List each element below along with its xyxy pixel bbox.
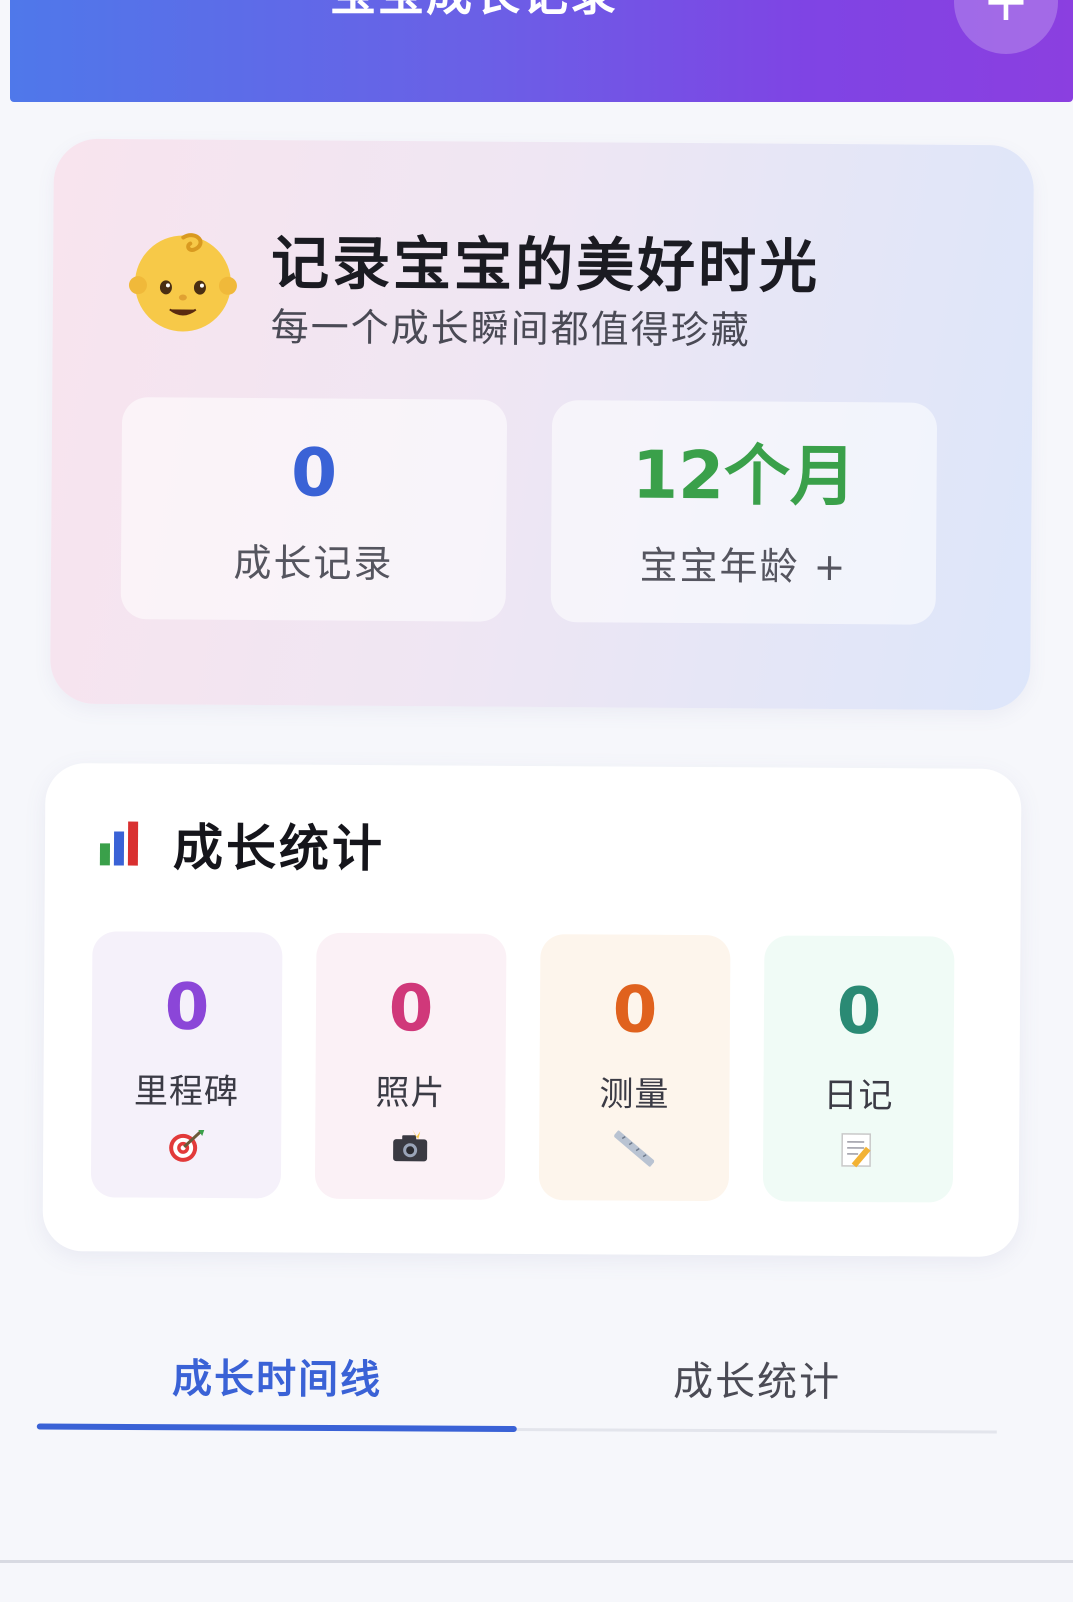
measurements-count: 0 [612, 973, 658, 1048]
baby-face-icon [128, 233, 237, 332]
measurements-label: 测量 [599, 1074, 670, 1115]
tab-growth-timeline[interactable]: 成长时间线 [37, 1345, 517, 1406]
bar-chart-icon [96, 817, 142, 868]
milestone-tile[interactable]: 0 里程碑 [90, 931, 283, 1199]
milestone-label: 里程碑 [133, 1071, 240, 1113]
divider [0, 1560, 1073, 1563]
baby-age-value: 12个月 [631, 436, 857, 516]
diary-label: 日记 [823, 1075, 894, 1117]
baby-age-label: 宝宝年龄 + [639, 543, 848, 590]
growth-stats-title: 成长统计 [172, 818, 386, 879]
active-tab-indicator [36, 1423, 517, 1432]
photos-tile[interactable]: 0 照片 [314, 932, 507, 1200]
growth-records-label: 成长记录 [233, 540, 394, 586]
tab-bar: 成长时间线 成长统计 [36, 1327, 998, 1452]
app-screen: 宝宝成长记录 + 记录宝宝的美好时光 每一个成长瞬间都值得珍藏 0 成长记录 1… [0, 0, 1073, 1602]
growth-stats-card: 成长统计 0 里程碑 0 照片 0 测量 0 日记 [42, 763, 1022, 1257]
hero-title: 记录宝宝的美好时光 [270, 229, 821, 301]
target-icon [169, 1129, 205, 1162]
diary-tile[interactable]: 0 日记 [762, 935, 955, 1203]
tab-growth-stats[interactable]: 成长统计 [517, 1348, 997, 1409]
measurements-tile[interactable]: 0 测量 [538, 934, 731, 1202]
add-record-button[interactable]: + [954, 0, 1058, 54]
hero-card: 记录宝宝的美好时光 每一个成长瞬间都值得珍藏 0 成长记录 12个月 宝宝年龄 … [50, 138, 1034, 711]
growth-records-stat[interactable]: 0 成长记录 [120, 397, 508, 622]
growth-records-count: 0 [290, 434, 338, 512]
page-title: 宝宝成长记录 [330, 0, 618, 24]
photos-label: 照片 [375, 1073, 446, 1114]
baby-age-stat[interactable]: 12个月 宝宝年龄 + [550, 400, 938, 625]
app-header: 宝宝成长记录 + [10, 0, 1073, 102]
memo-icon [841, 1133, 872, 1168]
photos-count: 0 [388, 972, 434, 1047]
camera-flash-icon [393, 1129, 428, 1162]
milestone-count: 0 [164, 970, 210, 1046]
diary-count: 0 [836, 974, 882, 1050]
ruler-icon [614, 1130, 655, 1167]
hero-subtitle: 每一个成长瞬间都值得珍藏 [270, 305, 751, 353]
